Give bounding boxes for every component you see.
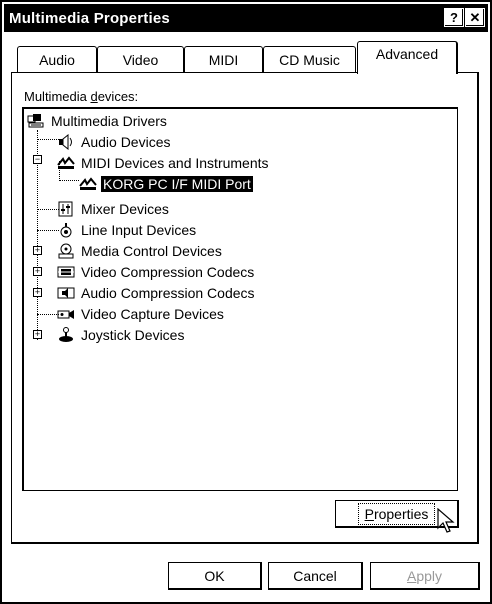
expander-media-control[interactable]: + — [33, 246, 42, 255]
expander-audio-codecs[interactable]: + — [33, 288, 42, 297]
tab-midi[interactable]: MIDI — [184, 46, 263, 72]
audio-codec-icon — [57, 285, 75, 301]
video-codec-icon — [57, 264, 75, 280]
joystick-icon — [57, 326, 75, 343]
tree-item-audio-devices[interactable]: Audio Devices — [57, 131, 173, 152]
apply-button[interactable]: Apply — [370, 562, 480, 590]
window-title: Multimedia Properties — [9, 9, 170, 27]
tree-item-line-input-devices[interactable]: Line Input Devices — [57, 219, 198, 240]
cancel-button[interactable]: Cancel — [268, 562, 363, 590]
tree-item-video-compression-codecs[interactable]: Video Compression Codecs — [57, 261, 256, 282]
line-input-icon — [57, 222, 75, 238]
help-button[interactable]: ? — [444, 8, 464, 27]
tab-audio[interactable]: Audio — [17, 46, 97, 72]
midi-icon — [79, 176, 97, 192]
expander-joystick[interactable]: + — [33, 330, 42, 339]
mouse-pointer-icon — [437, 507, 457, 537]
multimedia-drivers-icon — [27, 113, 45, 129]
speaker-icon — [57, 133, 75, 150]
tab-cd-music[interactable]: CD Music — [263, 46, 356, 72]
tree-item-media-control-devices[interactable]: Media Control Devices — [57, 240, 224, 261]
ok-button[interactable]: OK — [168, 562, 262, 590]
multimedia-devices-tree[interactable]: − + + + + Multimedia Drivers Audio Devic… — [22, 107, 458, 491]
multimedia-devices-label: Multimedia devices: — [24, 89, 139, 104]
tree-item-multimedia-drivers[interactable]: Multimedia Drivers — [27, 110, 169, 131]
tree-item-video-capture-devices[interactable]: Video Capture Devices — [57, 303, 226, 324]
title-bar[interactable]: Multimedia Properties ? ✕ — [4, 4, 488, 32]
media-control-icon — [57, 243, 75, 259]
expander-midi[interactable]: − — [33, 155, 42, 164]
tab-advanced[interactable]: Advanced — [357, 41, 458, 74]
close-button[interactable]: ✕ — [465, 8, 485, 27]
tree-item-midi-devices[interactable]: MIDI Devices and Instruments — [57, 152, 271, 173]
expander-video-codecs[interactable]: + — [33, 267, 42, 276]
tree-item-mixer-devices[interactable]: Mixer Devices — [57, 198, 171, 219]
tree-item-joystick-devices[interactable]: Joystick Devices — [57, 324, 186, 345]
tab-video[interactable]: Video — [97, 46, 184, 72]
mixer-icon — [57, 201, 75, 217]
tree-item-audio-compression-codecs[interactable]: Audio Compression Codecs — [57, 282, 257, 303]
video-capture-icon — [57, 306, 75, 322]
tree-item-korg-midi-port[interactable]: KORG PC I/F MIDI Port — [79, 173, 254, 194]
